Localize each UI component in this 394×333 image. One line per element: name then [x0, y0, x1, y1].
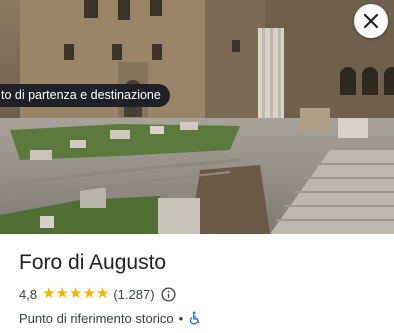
wheelchair-icon: [188, 311, 202, 325]
place-category: Punto di riferimento storico: [19, 310, 174, 326]
directions-chip[interactable]: to di partenza e destinazione: [0, 84, 170, 107]
rating-row: 4,8 ★ ★ ★ ★ ★ (1.287): [19, 285, 384, 303]
place-photo[interactable]: to di partenza e destinazione: [0, 0, 394, 234]
close-button[interactable]: [354, 4, 388, 38]
star-icon: ★: [82, 285, 96, 302]
place-card: to di partenza e destinazione Foro di Au…: [0, 0, 394, 333]
info-icon[interactable]: [161, 286, 176, 302]
star-icon: ★: [68, 285, 83, 302]
star-icon: ★: [55, 285, 69, 302]
rating-stars: ★ ★ ★ ★ ★: [42, 285, 109, 303]
place-title: Foro di Augusto: [19, 251, 167, 274]
review-count[interactable]: (1.287): [113, 287, 154, 302]
rating-value: 4,8: [19, 286, 38, 302]
star-icon: ★: [42, 285, 56, 302]
category-row: Punto di riferimento storico •: [19, 309, 384, 327]
forum-ruins-image: [0, 0, 394, 234]
place-info: Foro di Augusto 4,8 ★ ★ ★ ★ ★ (1.287) Pu…: [19, 248, 384, 327]
star-icon: ★: [95, 285, 110, 302]
close-icon: [363, 13, 379, 29]
separator-dot: •: [178, 310, 184, 326]
